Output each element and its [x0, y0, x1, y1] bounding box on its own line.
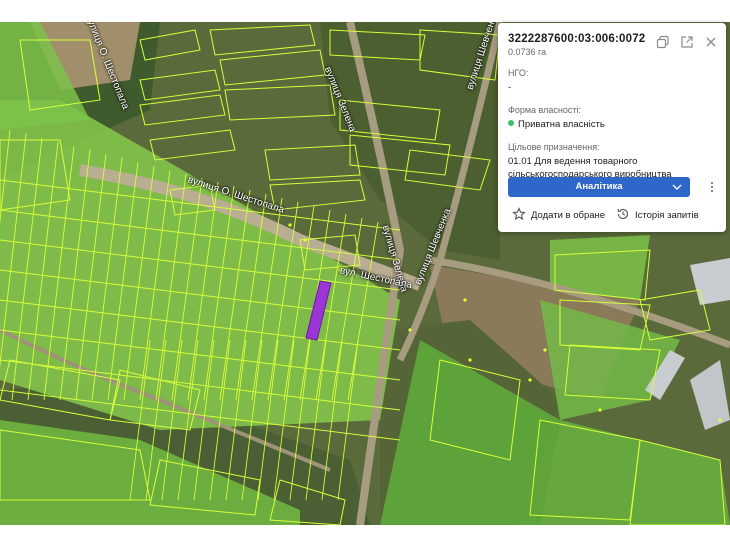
ownership-value: Приватна власність: [518, 119, 605, 130]
point-marker: [303, 238, 307, 242]
point-marker: [468, 358, 472, 362]
parcel-info-card: 3222287600:03:006:0072 0.0736 га НГО: - …: [498, 23, 726, 232]
point-marker: [408, 328, 412, 332]
point-marker: [598, 408, 602, 412]
request-history-label: Історія запитів: [635, 210, 699, 221]
open-external-icon[interactable]: [680, 35, 694, 49]
analytics-button-label: Аналітика: [575, 181, 623, 192]
point-marker: [463, 298, 467, 302]
ownership-status-dot: [508, 120, 514, 127]
purpose-label: Цільове призначення:: [508, 142, 600, 152]
star-icon: [512, 207, 526, 224]
ownership-label: Форма власності:: [508, 105, 581, 115]
point-marker: [543, 348, 547, 352]
ngo-label: НГО:: [508, 68, 529, 78]
add-to-favorites-label: Додати в обране: [531, 210, 606, 221]
point-marker: [718, 418, 722, 422]
request-history-button[interactable]: Історія запитів: [616, 207, 699, 224]
add-to-favorites-button[interactable]: Додати в обране: [512, 207, 605, 224]
close-icon[interactable]: [704, 35, 718, 49]
point-marker: [288, 223, 292, 227]
card-header-actions: [656, 35, 718, 49]
copy-icon[interactable]: [656, 35, 670, 49]
point-marker: [528, 378, 532, 382]
more-options-icon[interactable]: [708, 180, 716, 194]
history-icon: [616, 207, 630, 224]
analytics-button[interactable]: Аналітика: [508, 177, 690, 197]
ownership-value-row: Приватна власність: [508, 118, 716, 131]
ngo-value: -: [508, 82, 512, 93]
chevron-down-icon[interactable]: [672, 177, 682, 205]
purpose-value-line-1: 01.01 Для ведення товарного: [508, 156, 638, 167]
analytics-row: Аналітика: [508, 177, 716, 197]
